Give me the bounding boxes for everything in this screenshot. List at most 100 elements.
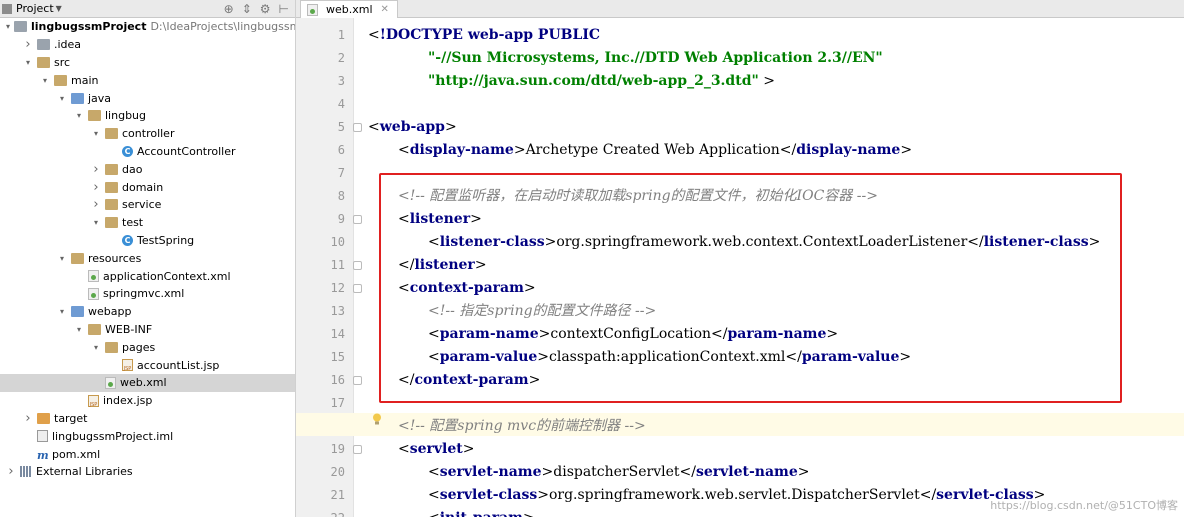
- code-line: <display-name>Archetype Created Web Appl…: [398, 139, 912, 162]
- jsp-file-icon: JSP: [88, 394, 99, 408]
- tree-item[interactable]: › domain: [0, 178, 295, 196]
- chevron-down-icon[interactable]: ▼: [56, 4, 62, 13]
- code-token: servlet-class: [439, 487, 538, 503]
- code-token: >: [462, 441, 475, 457]
- xml-file-icon: [105, 376, 116, 389]
- chevron-down-icon[interactable]: ▾: [40, 76, 50, 85]
- tree-item-label: webapp: [88, 305, 132, 319]
- code-token: <: [398, 142, 410, 158]
- tree-item[interactable]: ▾ test: [0, 214, 295, 232]
- tree-item[interactable]: JSP index.jsp: [0, 392, 295, 410]
- tree-item-label: lingbug: [105, 109, 147, 123]
- jsp-file-icon: JSP: [122, 359, 133, 372]
- source-folder-icon: [71, 92, 84, 104]
- code-token: dispatcherServlet: [553, 464, 680, 480]
- code-token: "-//Sun Microsystems, Inc.//DTD Web Appl…: [428, 50, 883, 66]
- tree-item[interactable]: ▾ lingbugssmProject D:\IdeaProjects\lingbu…: [0, 18, 295, 36]
- tree-item[interactable]: C TestSpring: [0, 232, 295, 250]
- chevron-right-icon[interactable]: ›: [91, 180, 101, 195]
- code-token: >: [513, 142, 526, 158]
- code-token: >: [523, 510, 535, 517]
- tree-item[interactable]: lingbugssmProject.iml: [0, 427, 295, 445]
- tree-item[interactable]: springmvc.xml: [0, 285, 295, 303]
- tab-web-xml[interactable]: web.xml ✕: [300, 0, 398, 18]
- code-token: >: [797, 464, 810, 480]
- chevron-right-icon[interactable]: ›: [23, 411, 33, 426]
- tree-item[interactable]: › External Libraries: [0, 463, 295, 481]
- gear-icon[interactable]: ⚙: [260, 2, 271, 16]
- tree-item-label: WEB-INF: [105, 322, 153, 336]
- tree-item[interactable]: applicationContext.xml: [0, 267, 295, 285]
- tree-item-label: TestSpring: [137, 233, 195, 247]
- tree-item[interactable]: ▾ controller: [0, 125, 295, 143]
- chevron-right-icon[interactable]: ›: [91, 197, 101, 212]
- chevron-down-icon[interactable]: ▾: [91, 343, 101, 352]
- tree-item[interactable]: › target: [0, 410, 295, 428]
- xml-file-icon: [88, 270, 99, 283]
- tree-item[interactable]: › dao: [0, 160, 295, 178]
- chevron-right-icon[interactable]: ›: [6, 464, 16, 479]
- fold-marker-icon[interactable]: [353, 284, 362, 293]
- code-token: org.springframework.web.servlet.Dispatch…: [548, 487, 920, 503]
- code-token: servlet-name: [439, 464, 542, 480]
- code-token: init-param: [440, 510, 523, 517]
- code-token: PUBLIC: [533, 27, 601, 43]
- chevron-right-icon[interactable]: ›: [23, 37, 33, 52]
- line-number: 9: [337, 212, 345, 226]
- chevron-down-icon[interactable]: ▾: [23, 58, 33, 67]
- collapse-icon[interactable]: ⇕: [242, 2, 252, 16]
- tree-item[interactable]: ▾ resources: [0, 249, 295, 267]
- fold-marker-icon[interactable]: [353, 261, 362, 270]
- tree-item[interactable]: ▾ webapp: [0, 303, 295, 321]
- code-token: <: [428, 464, 440, 480]
- code-line: <servlet-class>org.springframework.web.s…: [428, 484, 1045, 507]
- tree-item[interactable]: web.xml: [0, 373, 295, 392]
- chevron-down-icon[interactable]: ▾: [74, 325, 84, 334]
- tree-item[interactable]: ▾ src: [0, 54, 295, 72]
- tree-item[interactable]: JSP accountList.jsp: [0, 356, 295, 374]
- chevron-right-icon[interactable]: ›: [91, 162, 101, 177]
- tree-item-label: lingbugssmProject: [31, 20, 147, 34]
- tree-item[interactable]: ▾ pages: [0, 338, 295, 356]
- code-line: <servlet-name>dispatcherServlet</servlet…: [428, 461, 809, 484]
- close-icon[interactable]: ✕: [381, 4, 389, 15]
- hide-icon[interactable]: ⊢: [279, 2, 289, 16]
- tree-item[interactable]: › service: [0, 196, 295, 214]
- project-tree: ▾ lingbugssmProject D:\IdeaProjects\lingbu…: [0, 18, 295, 481]
- tree-item-label: .idea: [54, 38, 82, 52]
- tree-item[interactable]: m pom.xml: [0, 445, 295, 463]
- tree-item[interactable]: ▾ java: [0, 89, 295, 107]
- code-line: <servlet>: [398, 438, 474, 461]
- fold-marker-icon[interactable]: [353, 445, 362, 454]
- chevron-down-icon[interactable]: ▾: [91, 218, 101, 227]
- tree-item[interactable]: ▾ WEB-INF: [0, 321, 295, 339]
- chevron-down-icon[interactable]: ▾: [74, 111, 84, 120]
- tree-item-label: java: [88, 91, 112, 105]
- locate-icon[interactable]: ⊕: [224, 2, 234, 16]
- fold-marker-icon[interactable]: [353, 123, 362, 132]
- editor-tabbar: web.xml ✕: [296, 0, 1184, 18]
- project-panel-header[interactable]: Project ▼ ⊕ ⇕ ⚙ ⊢: [0, 0, 295, 18]
- line-number: 3: [337, 74, 345, 88]
- line-number: 10: [330, 235, 345, 249]
- chevron-down-icon[interactable]: ▾: [57, 307, 67, 316]
- folder-icon: [88, 323, 101, 335]
- excluded-folder-icon: [37, 412, 50, 424]
- tree-item[interactable]: › .idea: [0, 36, 295, 54]
- fold-marker-icon[interactable]: [353, 376, 362, 385]
- tree-item-label: pages: [122, 340, 156, 354]
- tree-item[interactable]: C AccountController: [0, 143, 295, 161]
- chevron-down-icon[interactable]: ▾: [6, 22, 10, 31]
- code-token: "http://java.sun.com/dtd/web-app_2_3.dtd…: [428, 73, 759, 89]
- tree-item-label: service: [122, 198, 162, 212]
- tree-item-label: applicationContext.xml: [103, 269, 231, 283]
- chevron-down-icon[interactable]: ▾: [91, 129, 101, 138]
- code-token: <: [428, 487, 440, 503]
- chevron-down-icon[interactable]: ▾: [57, 94, 67, 103]
- tree-item[interactable]: ▾ main: [0, 71, 295, 89]
- fold-marker-icon[interactable]: [353, 215, 362, 224]
- tree-item[interactable]: ▾ lingbug: [0, 107, 295, 125]
- java-class-icon: C: [122, 234, 133, 246]
- chevron-down-icon[interactable]: ▾: [57, 254, 67, 263]
- folder-icon: [105, 181, 118, 193]
